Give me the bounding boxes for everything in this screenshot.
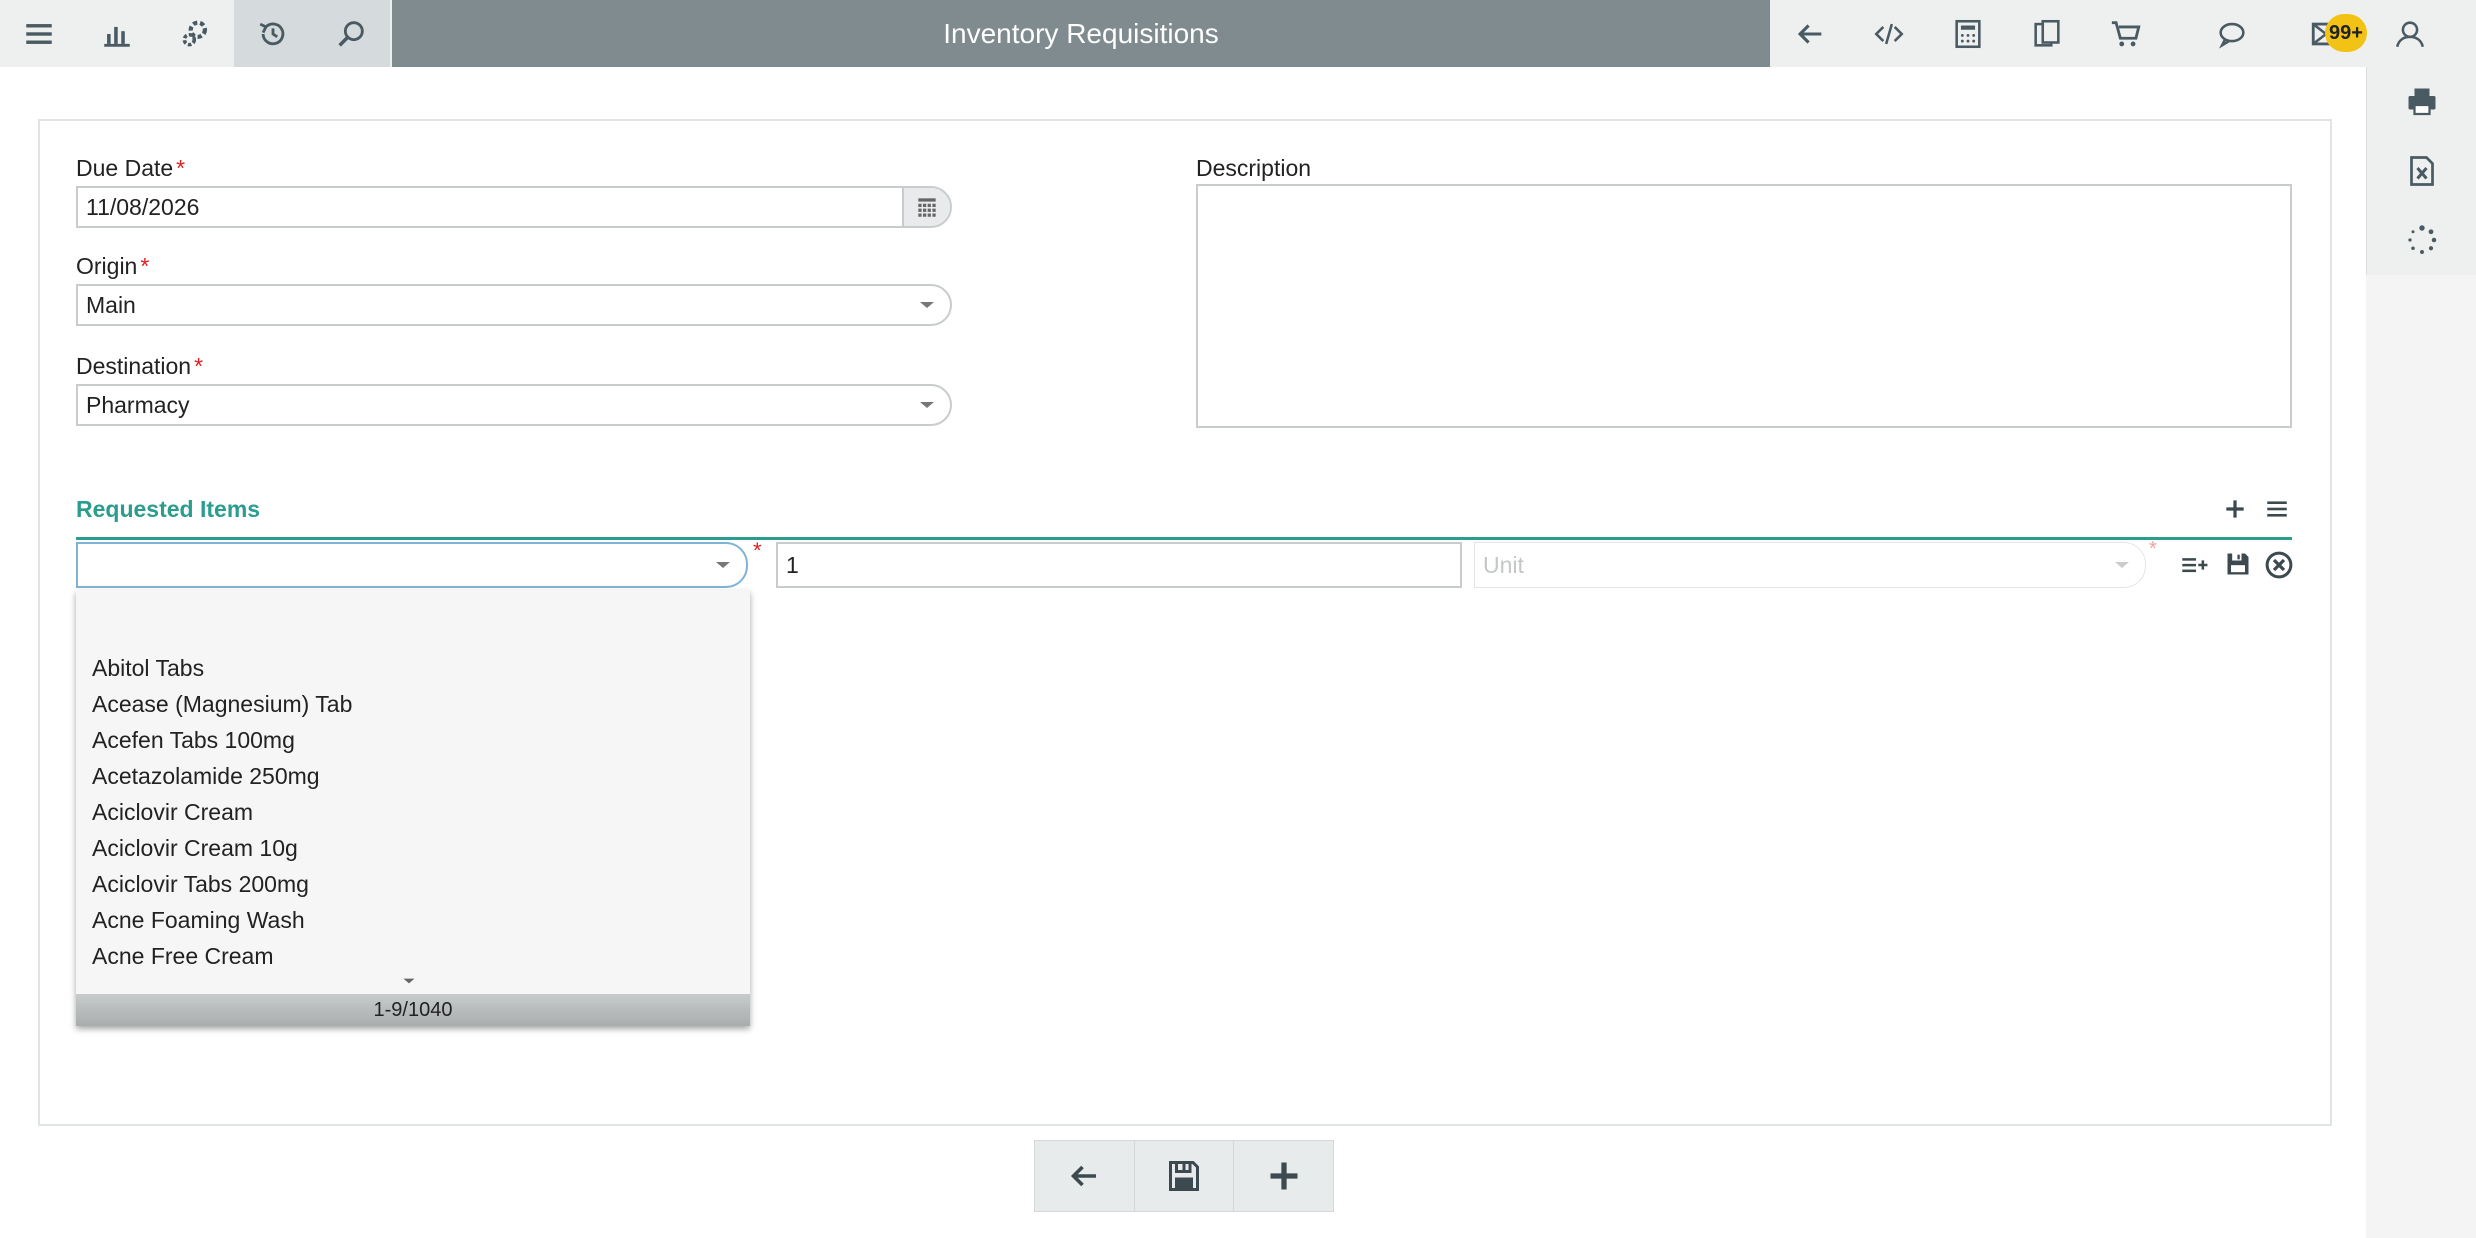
- code-icon[interactable]: [1849, 0, 1928, 67]
- section-divider: [76, 537, 2292, 540]
- required-mark: *: [194, 353, 204, 379]
- origin-label-text: Origin: [76, 253, 138, 279]
- scroll-down-icon[interactable]: [402, 972, 416, 990]
- save-button[interactable]: [1134, 1141, 1235, 1211]
- row-actions: [2180, 550, 2294, 585]
- chart-icon[interactable]: [78, 0, 156, 67]
- add-button[interactable]: [1234, 1141, 1334, 1211]
- search-icon[interactable]: [312, 0, 390, 67]
- item-select[interactable]: [76, 542, 748, 588]
- dropdown-empty-option[interactable]: [76, 590, 750, 650]
- back-icon: [1071, 1165, 1097, 1187]
- required-mark: *: [2149, 538, 2157, 560]
- list-item[interactable]: Aciclovir Tabs 200mg: [76, 866, 750, 902]
- close-icon[interactable]: [2264, 550, 2294, 585]
- destination-label-text: Destination: [76, 353, 192, 379]
- user-icon[interactable]: [2382, 0, 2438, 67]
- chevron-down-icon[interactable]: [700, 560, 746, 570]
- chat-icon[interactable]: [2200, 0, 2264, 67]
- due-date-value: 11/08/2026: [86, 193, 200, 220]
- list-item[interactable]: Abitol Tabs: [76, 650, 750, 686]
- requested-items-title: Requested Items: [76, 496, 261, 522]
- due-date-label: Due Date *: [76, 155, 185, 182]
- unit-placeholder: Unit: [1483, 551, 1524, 578]
- chevron-down-icon[interactable]: [904, 286, 950, 324]
- list-item[interactable]: Acetazolamide 250mg: [76, 758, 750, 794]
- top-left-toolbar: [0, 0, 390, 67]
- settings-icon[interactable]: [156, 0, 234, 67]
- list-menu-icon[interactable]: [2264, 496, 2290, 527]
- unit-select[interactable]: Unit: [1474, 542, 2146, 588]
- loading-icon[interactable]: [2367, 205, 2476, 274]
- description-textarea[interactable]: [1196, 184, 2292, 428]
- origin-label: Origin *: [76, 253, 149, 280]
- top-bar: Inventory Requisitions 99+: [0, 0, 2476, 67]
- due-date-field[interactable]: 11/08/2026: [76, 186, 952, 228]
- excel-icon[interactable]: [2367, 136, 2476, 205]
- save-icon: [1169, 1161, 1199, 1191]
- list-item[interactable]: Acne Free Cream: [76, 938, 750, 974]
- add-icon: [1270, 1162, 1298, 1190]
- section-actions: [2222, 496, 2290, 527]
- menu-icon[interactable]: [0, 0, 78, 67]
- destination-value: Pharmacy: [86, 391, 190, 418]
- list-item[interactable]: Aciclovir Cream 10g: [76, 830, 750, 866]
- top-far-toolbar: [2200, 0, 2438, 67]
- list-item[interactable]: Acease (Magnesium) Tab: [76, 686, 750, 722]
- required-mark: *: [140, 253, 150, 279]
- cart-icon[interactable]: [2086, 0, 2165, 67]
- chevron-down-icon[interactable]: [2099, 560, 2145, 570]
- split-icon[interactable]: [2180, 550, 2212, 585]
- quantity-input[interactable]: 1: [776, 542, 1462, 588]
- due-date-label-text: Due Date: [76, 155, 174, 181]
- calculator-icon[interactable]: [1928, 0, 2007, 67]
- calendar-icon[interactable]: [902, 188, 950, 226]
- destination-select[interactable]: Pharmacy: [76, 384, 952, 426]
- history-icon[interactable]: [234, 0, 312, 67]
- item-dropdown-list: Abitol Tabs Acease (Magnesium) Tab Acefe…: [76, 590, 750, 1026]
- list-item[interactable]: Acefen Tabs 100mg: [76, 722, 750, 758]
- destination-label: Destination *: [76, 353, 203, 380]
- list-item[interactable]: Acne Foaming Wash: [76, 902, 750, 938]
- origin-select[interactable]: Main: [76, 284, 952, 326]
- copy-icon[interactable]: [2007, 0, 2086, 67]
- bottom-toolbar: [1034, 1140, 1334, 1212]
- title-area: Inventory Requisitions: [392, 0, 1770, 67]
- list-item[interactable]: Aciclovir Cream: [76, 794, 750, 830]
- side-toolbar: [2366, 67, 2476, 275]
- required-mark: *: [176, 155, 186, 181]
- description-label: Description: [1196, 155, 1312, 181]
- print-icon[interactable]: [2367, 67, 2476, 136]
- save-icon[interactable]: [2224, 550, 2252, 585]
- origin-value: Main: [86, 291, 136, 318]
- back-button[interactable]: [1035, 1141, 1135, 1211]
- top-right-toolbar: [1770, 0, 2165, 67]
- quantity-value: 1: [786, 551, 799, 578]
- add-icon[interactable]: [2222, 496, 2248, 527]
- notification-badge[interactable]: 99+: [2325, 14, 2367, 52]
- chevron-down-icon[interactable]: [904, 386, 950, 424]
- back-icon[interactable]: [1770, 0, 1849, 67]
- required-mark: *: [753, 538, 762, 563]
- dropdown-pager: 1-9/1040: [76, 994, 750, 1026]
- page-title: Inventory Requisitions: [943, 17, 1219, 49]
